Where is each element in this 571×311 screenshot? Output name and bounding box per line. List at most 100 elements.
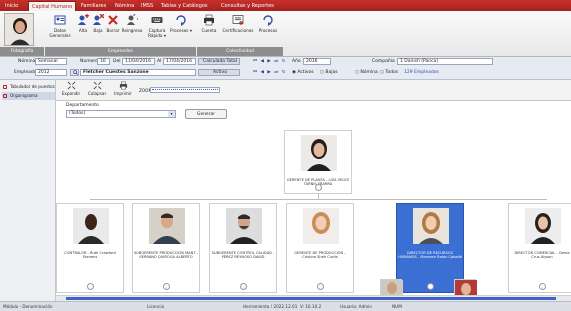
- avatar: [413, 208, 449, 244]
- person-photo-icon: [149, 208, 185, 244]
- expand-node-icon[interactable]: [87, 283, 94, 290]
- certificate-icon: [232, 15, 244, 25]
- tab-nomina[interactable]: Nómina: [112, 1, 137, 11]
- generar-button[interactable]: Generar: [185, 109, 227, 119]
- baja-button[interactable]: Baja: [91, 12, 105, 46]
- activos-radio[interactable]: ◉ Activos: [292, 70, 314, 75]
- person-photo-icon: [525, 208, 561, 244]
- period-nav-arrows[interactable]: ⏮ ◀ ▶ ⏭ ↻: [253, 58, 287, 64]
- sidebar-item-label: Tabulador de puestos: [10, 84, 55, 89]
- chevron-down-icon: ▾: [168, 111, 175, 117]
- zoom-slider[interactable]: [150, 87, 220, 93]
- todos-radio[interactable]: ○ Todos: [380, 70, 398, 75]
- expandir-label: Expandir: [61, 91, 81, 96]
- tab-tablas-catalogos[interactable]: Tablas y Catálogos: [158, 1, 211, 11]
- baja-label: Baja: [93, 28, 103, 33]
- sidebar-item-organigrama[interactable]: Organigrama: [2, 92, 55, 100]
- certificaciones-button[interactable]: Certificaciones: [221, 12, 255, 46]
- del-label: Del: [113, 59, 121, 64]
- nomina-radio[interactable]: ○ Nómina: [355, 70, 378, 75]
- org-card-caption: SUBGERENTE PRODUCCIÓN MANT - SERRANO QUI…: [134, 251, 198, 260]
- org-toolbar: Expandir Colapsar Imprimir ZOOM: [56, 80, 571, 101]
- org-card-partial[interactable]: [380, 279, 403, 296]
- sidebar-item-tabulador[interactable]: Tabulador de puestos: [2, 83, 55, 91]
- employee-photo[interactable]: [4, 13, 34, 46]
- certificaciones-label: Certificaciones: [222, 28, 254, 33]
- keyboard-icon: [151, 17, 163, 23]
- alta-button[interactable]: Alta: [76, 12, 90, 46]
- anio-select[interactable]: 2016: [303, 58, 331, 65]
- printer-icon: [119, 81, 127, 90]
- expand-node-icon[interactable]: [427, 283, 434, 290]
- del-date-field[interactable]: 11/04/2016: [122, 58, 155, 65]
- org-card-caption: DIRECTOR COMERCIAL - Gema Cruz Alyson: [514, 251, 570, 260]
- borrar-button[interactable]: Borrar: [106, 12, 120, 46]
- numero-field[interactable]: 16: [97, 58, 110, 65]
- tab-inicio[interactable]: Inicio: [2, 1, 21, 11]
- expand-node-icon[interactable]: [240, 283, 247, 290]
- numero-label: Número: [80, 59, 98, 64]
- add-person-icon: [78, 14, 89, 25]
- person-photo-icon: [381, 280, 403, 296]
- org-card-contralor[interactable]: CONTRALOR - Ruth Crawford Stevens: [56, 203, 124, 293]
- reingreso-label: Reingreso: [121, 28, 143, 33]
- scrollbar-thumb[interactable]: [66, 297, 556, 300]
- departamento-select[interactable]: (Todos) ▾: [66, 110, 176, 118]
- expandir-button[interactable]: Expandir: [60, 81, 82, 96]
- org-card-gerente-produccion[interactable]: GERENTE DE PRODUCCIÓN - Cristina Shah Cu…: [286, 203, 354, 293]
- datos-generales-button[interactable]: Datos Generales: [48, 12, 72, 46]
- colapsar-label: Colapsar: [87, 91, 107, 96]
- search-button[interactable]: [70, 69, 79, 76]
- ribbon: Datos Generales Alta Baja Borrar Reingre…: [0, 11, 571, 57]
- tab-consultas-reportes[interactable]: Consultas y Reportes: [218, 1, 277, 11]
- person-photo-icon: [226, 208, 262, 244]
- bajas-label: Bajas: [325, 70, 338, 75]
- expand-node-icon[interactable]: [317, 283, 324, 290]
- tab-familiares[interactable]: Familiares: [78, 1, 109, 11]
- org-card-partial[interactable]: [454, 279, 477, 296]
- compania-select[interactable]: 1 Danish (Panca): [397, 58, 493, 65]
- nomina-label: Nómina: [18, 59, 36, 64]
- captura-rapida-button[interactable]: Captura Rápida ▾: [146, 12, 168, 46]
- org-card-subgerente-produccion[interactable]: SUBGERENTE PRODUCCIÓN MANT - SERRANO QUI…: [132, 203, 200, 293]
- calculada-total-button[interactable]: Calculada Total: [198, 58, 240, 65]
- person-photo-icon: [413, 208, 449, 244]
- nomina-select[interactable]: Semanal: [35, 58, 67, 65]
- person-photo-icon: [455, 280, 477, 296]
- tab-capital-humano[interactable]: Capital Humano: [28, 1, 77, 11]
- org-card-caption: SUBGERENTE CONTROL CALIDAD - PÉREZ REYNO…: [211, 251, 275, 260]
- remove-person-icon: [93, 14, 104, 25]
- expand-node-icon[interactable]: [163, 283, 170, 290]
- side-navigation: Tabulador de puestos Organigrama: [0, 80, 56, 301]
- expand-node-icon[interactable]: [539, 283, 546, 290]
- group-colectividad: Colectividad: [197, 47, 283, 56]
- group-fotografia: Fotografía: [0, 47, 44, 56]
- procesos-empleados-button[interactable]: Procesos ▾: [170, 12, 192, 46]
- filter-panel: Nómina Semanal Número 16 Del 11/04/2016 …: [0, 57, 571, 80]
- empleado-number-field[interactable]: 2012: [35, 69, 67, 76]
- avatar: [525, 208, 561, 244]
- org-card-director-comercial[interactable]: DIRECTOR COMERCIAL - Gema Cruz Alyson: [508, 203, 571, 293]
- expand-icon: [67, 81, 75, 90]
- printer-icon: [204, 14, 214, 26]
- employee-nav-arrows[interactable]: ⏮ ◀ ▶ ⏭ ↻: [253, 69, 287, 75]
- bajas-radio[interactable]: ○ Bajas: [320, 70, 338, 75]
- org-card-root[interactable]: GERENTE DE PLANTA - LIZA VELEZ TARNIS YB…: [284, 130, 352, 194]
- status-field: Activo: [198, 69, 240, 76]
- zoom-track: [152, 89, 218, 91]
- avatar: [303, 208, 339, 244]
- tab-imss[interactable]: IMSS: [138, 1, 156, 11]
- todos-label: Todos: [385, 70, 399, 75]
- person-photo-icon: [5, 14, 33, 45]
- reingreso-button[interactable]: Reingreso: [121, 12, 143, 46]
- al-label: Al: [157, 59, 162, 64]
- imprimir-button[interactable]: Imprimir: [112, 81, 134, 96]
- cuenta-button[interactable]: Cuenta: [200, 12, 218, 46]
- colapsar-button[interactable]: Colapsar: [86, 81, 108, 96]
- al-date-field[interactable]: 17/04/2016: [163, 58, 196, 65]
- anio-label: Año: [292, 59, 301, 64]
- org-card-subgerente-calidad[interactable]: SUBGERENTE CONTROL CALIDAD - PÉREZ REYNO…: [209, 203, 277, 293]
- alta-label: Alta: [78, 28, 88, 33]
- procesos-colectividad-button[interactable]: Procesos: [257, 12, 279, 46]
- expand-node-icon[interactable]: [315, 184, 322, 191]
